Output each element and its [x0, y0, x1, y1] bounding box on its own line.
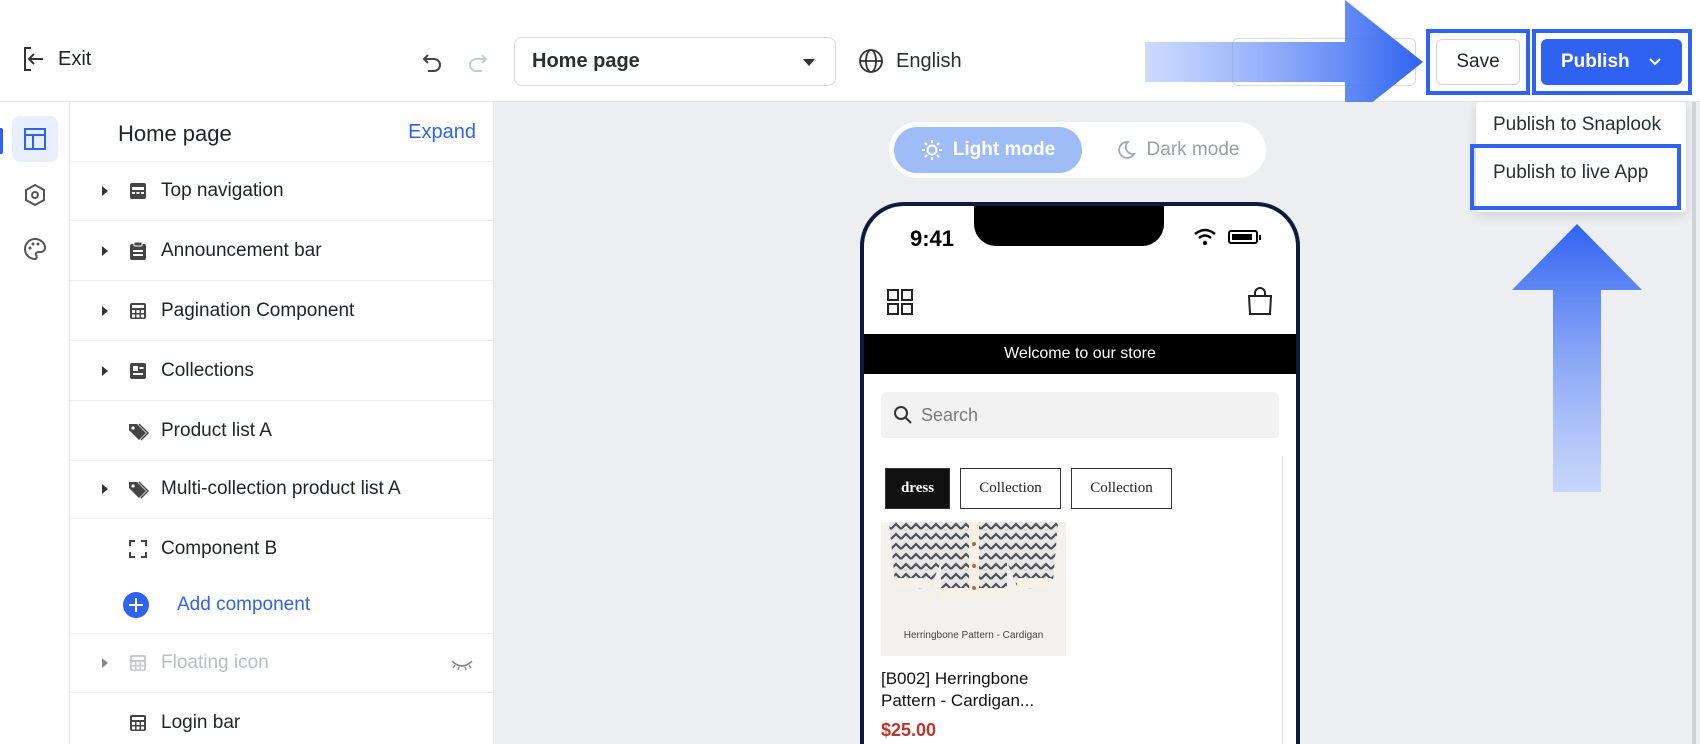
collection-chips: dress Collection Collection — [885, 468, 1172, 509]
top-bar: Exit Home page English Save Publish — [0, 0, 1700, 124]
sidebar-header: Home page Expand — [70, 102, 494, 162]
clipboard-icon — [130, 241, 146, 260]
sidebar-item-label: Top navigation — [161, 180, 284, 201]
exit-label: Exit — [58, 47, 92, 70]
announcement-text: Welcome to our store — [1004, 345, 1156, 362]
expand-caret-icon[interactable] — [102, 484, 108, 494]
tags-icon — [129, 481, 149, 499]
scrollbar[interactable] — [1692, 102, 1696, 744]
active-tab-indicator — [0, 128, 3, 154]
sidebar-item-announcement-bar[interactable]: Announcement bar — [70, 222, 494, 281]
undo-icon[interactable] — [420, 50, 444, 74]
components-tab[interactable] — [12, 172, 58, 218]
shopping-bag-icon[interactable] — [1246, 286, 1274, 316]
expand-caret-icon[interactable] — [102, 366, 108, 376]
phone-preview: 9:41 Welcome to our store Search dress C… — [860, 202, 1300, 744]
layout-icon — [24, 128, 46, 150]
plus-circle-icon — [123, 592, 149, 618]
wifi-icon — [1194, 228, 1216, 246]
expand-caret-icon[interactable] — [102, 246, 108, 256]
chip-collection[interactable]: Collection — [1071, 468, 1172, 509]
dark-mode-label: Dark mode — [1146, 139, 1240, 160]
sidebar-title: Home page — [118, 121, 232, 146]
sidebar-item-label: Collections — [161, 360, 254, 381]
publish-live-highlight — [1470, 144, 1681, 210]
exit-button[interactable]: Exit — [22, 46, 91, 72]
sidebar-item-label: Announcement bar — [161, 240, 322, 261]
sidebar-item-multi-collection-product-list-a[interactable]: Multi-collection product list A — [70, 460, 494, 519]
sidebar-item-label: Product list A — [161, 420, 272, 441]
exit-icon — [24, 47, 43, 71]
chip-collection[interactable]: Collection — [960, 468, 1061, 509]
sidebar-item-component-b[interactable]: Component B — [70, 520, 494, 579]
sidebar-item-top-navigation[interactable]: Top navigation — [70, 162, 494, 221]
sidebar-item-login-bar[interactable]: Login bar — [70, 694, 494, 744]
page-selector-value: Home page — [532, 50, 640, 72]
left-rail — [0, 102, 70, 744]
light-mode-label: Light mode — [952, 139, 1056, 160]
chip-dress[interactable]: dress — [885, 468, 950, 509]
save-highlight — [1426, 29, 1530, 95]
globe-icon — [859, 49, 883, 73]
palette-icon — [24, 237, 47, 261]
layout-tab[interactable] — [12, 116, 58, 162]
hexagon-icon — [25, 183, 45, 207]
add-component-button[interactable]: Add component — [70, 576, 494, 634]
add-component-label: Add component — [177, 594, 311, 615]
page-selector[interactable]: Home page — [514, 37, 836, 86]
status-time: 9:41 — [910, 226, 955, 251]
tags-icon — [129, 423, 149, 441]
language-selector[interactable]: English — [858, 48, 962, 74]
component-sidebar: Home page Expand Top navigation Announce… — [70, 102, 494, 744]
grid-menu-icon[interactable] — [886, 288, 914, 316]
theme-tab[interactable] — [12, 226, 58, 272]
moon-icon — [1117, 141, 1136, 159]
phone-notch — [974, 206, 1164, 246]
search-placeholder: Search — [921, 404, 979, 425]
search-icon — [894, 406, 912, 424]
announcement-bar: Welcome to our store — [864, 334, 1296, 374]
battery-icon — [1228, 230, 1261, 244]
cardigan-illustration — [889, 522, 1058, 600]
product-name[interactable]: [B002] Herringbone Pattern - Cardigan... — [881, 668, 1081, 712]
nav-bar-icon — [130, 183, 146, 199]
publish-highlight — [1532, 29, 1692, 95]
caret-down-icon — [803, 59, 815, 66]
product-price: $25.00 — [881, 720, 937, 740]
search-field[interactable]: Search — [881, 392, 1279, 438]
expand-caret-icon[interactable] — [102, 306, 108, 316]
expand-caret-icon[interactable] — [102, 186, 108, 196]
language-label: English — [896, 49, 962, 72]
arrow-up-annotation — [1512, 224, 1642, 492]
dark-mode-button[interactable]: Dark mode — [1092, 127, 1262, 173]
sidebar-item-floating-icon[interactable]: Floating icon — [70, 634, 494, 693]
light-mode-button[interactable]: Light mode — [894, 127, 1082, 173]
grid-calendar-icon — [130, 303, 146, 319]
sidebar-item-product-list-a[interactable]: Product list A — [70, 402, 494, 461]
expand-caret-icon[interactable] — [102, 658, 108, 668]
sidebar-item-pagination-component[interactable]: Pagination Component — [70, 282, 494, 341]
sidebar-item-label: Pagination Component — [161, 300, 355, 321]
sidebar-item-label: Multi-collection product list A — [161, 478, 401, 499]
product-image[interactable]: Herringbone Pattern - Cardigan — [881, 522, 1066, 656]
publish-to-snaplook-item[interactable]: Publish to Snaplook — [1493, 114, 1661, 136]
eye-closed-icon[interactable] — [450, 658, 474, 672]
sidebar-item-label: Login bar — [161, 712, 241, 733]
frame-corners-icon — [129, 540, 147, 558]
grid-calendar-icon — [130, 655, 146, 671]
sidebar-item-collections[interactable]: Collections — [70, 342, 494, 401]
grid-calendar-icon — [130, 715, 146, 731]
expand-link[interactable]: Expand — [408, 121, 476, 144]
sun-icon — [921, 140, 942, 160]
product-image-caption: Herringbone Pattern - Cardigan — [903, 630, 1044, 641]
redo-icon[interactable] — [466, 50, 490, 74]
collection-card-icon — [130, 363, 146, 379]
sidebar-item-label: Floating icon — [161, 652, 269, 673]
scroll-divider — [1282, 456, 1283, 744]
sidebar-item-label: Component B — [161, 538, 278, 559]
